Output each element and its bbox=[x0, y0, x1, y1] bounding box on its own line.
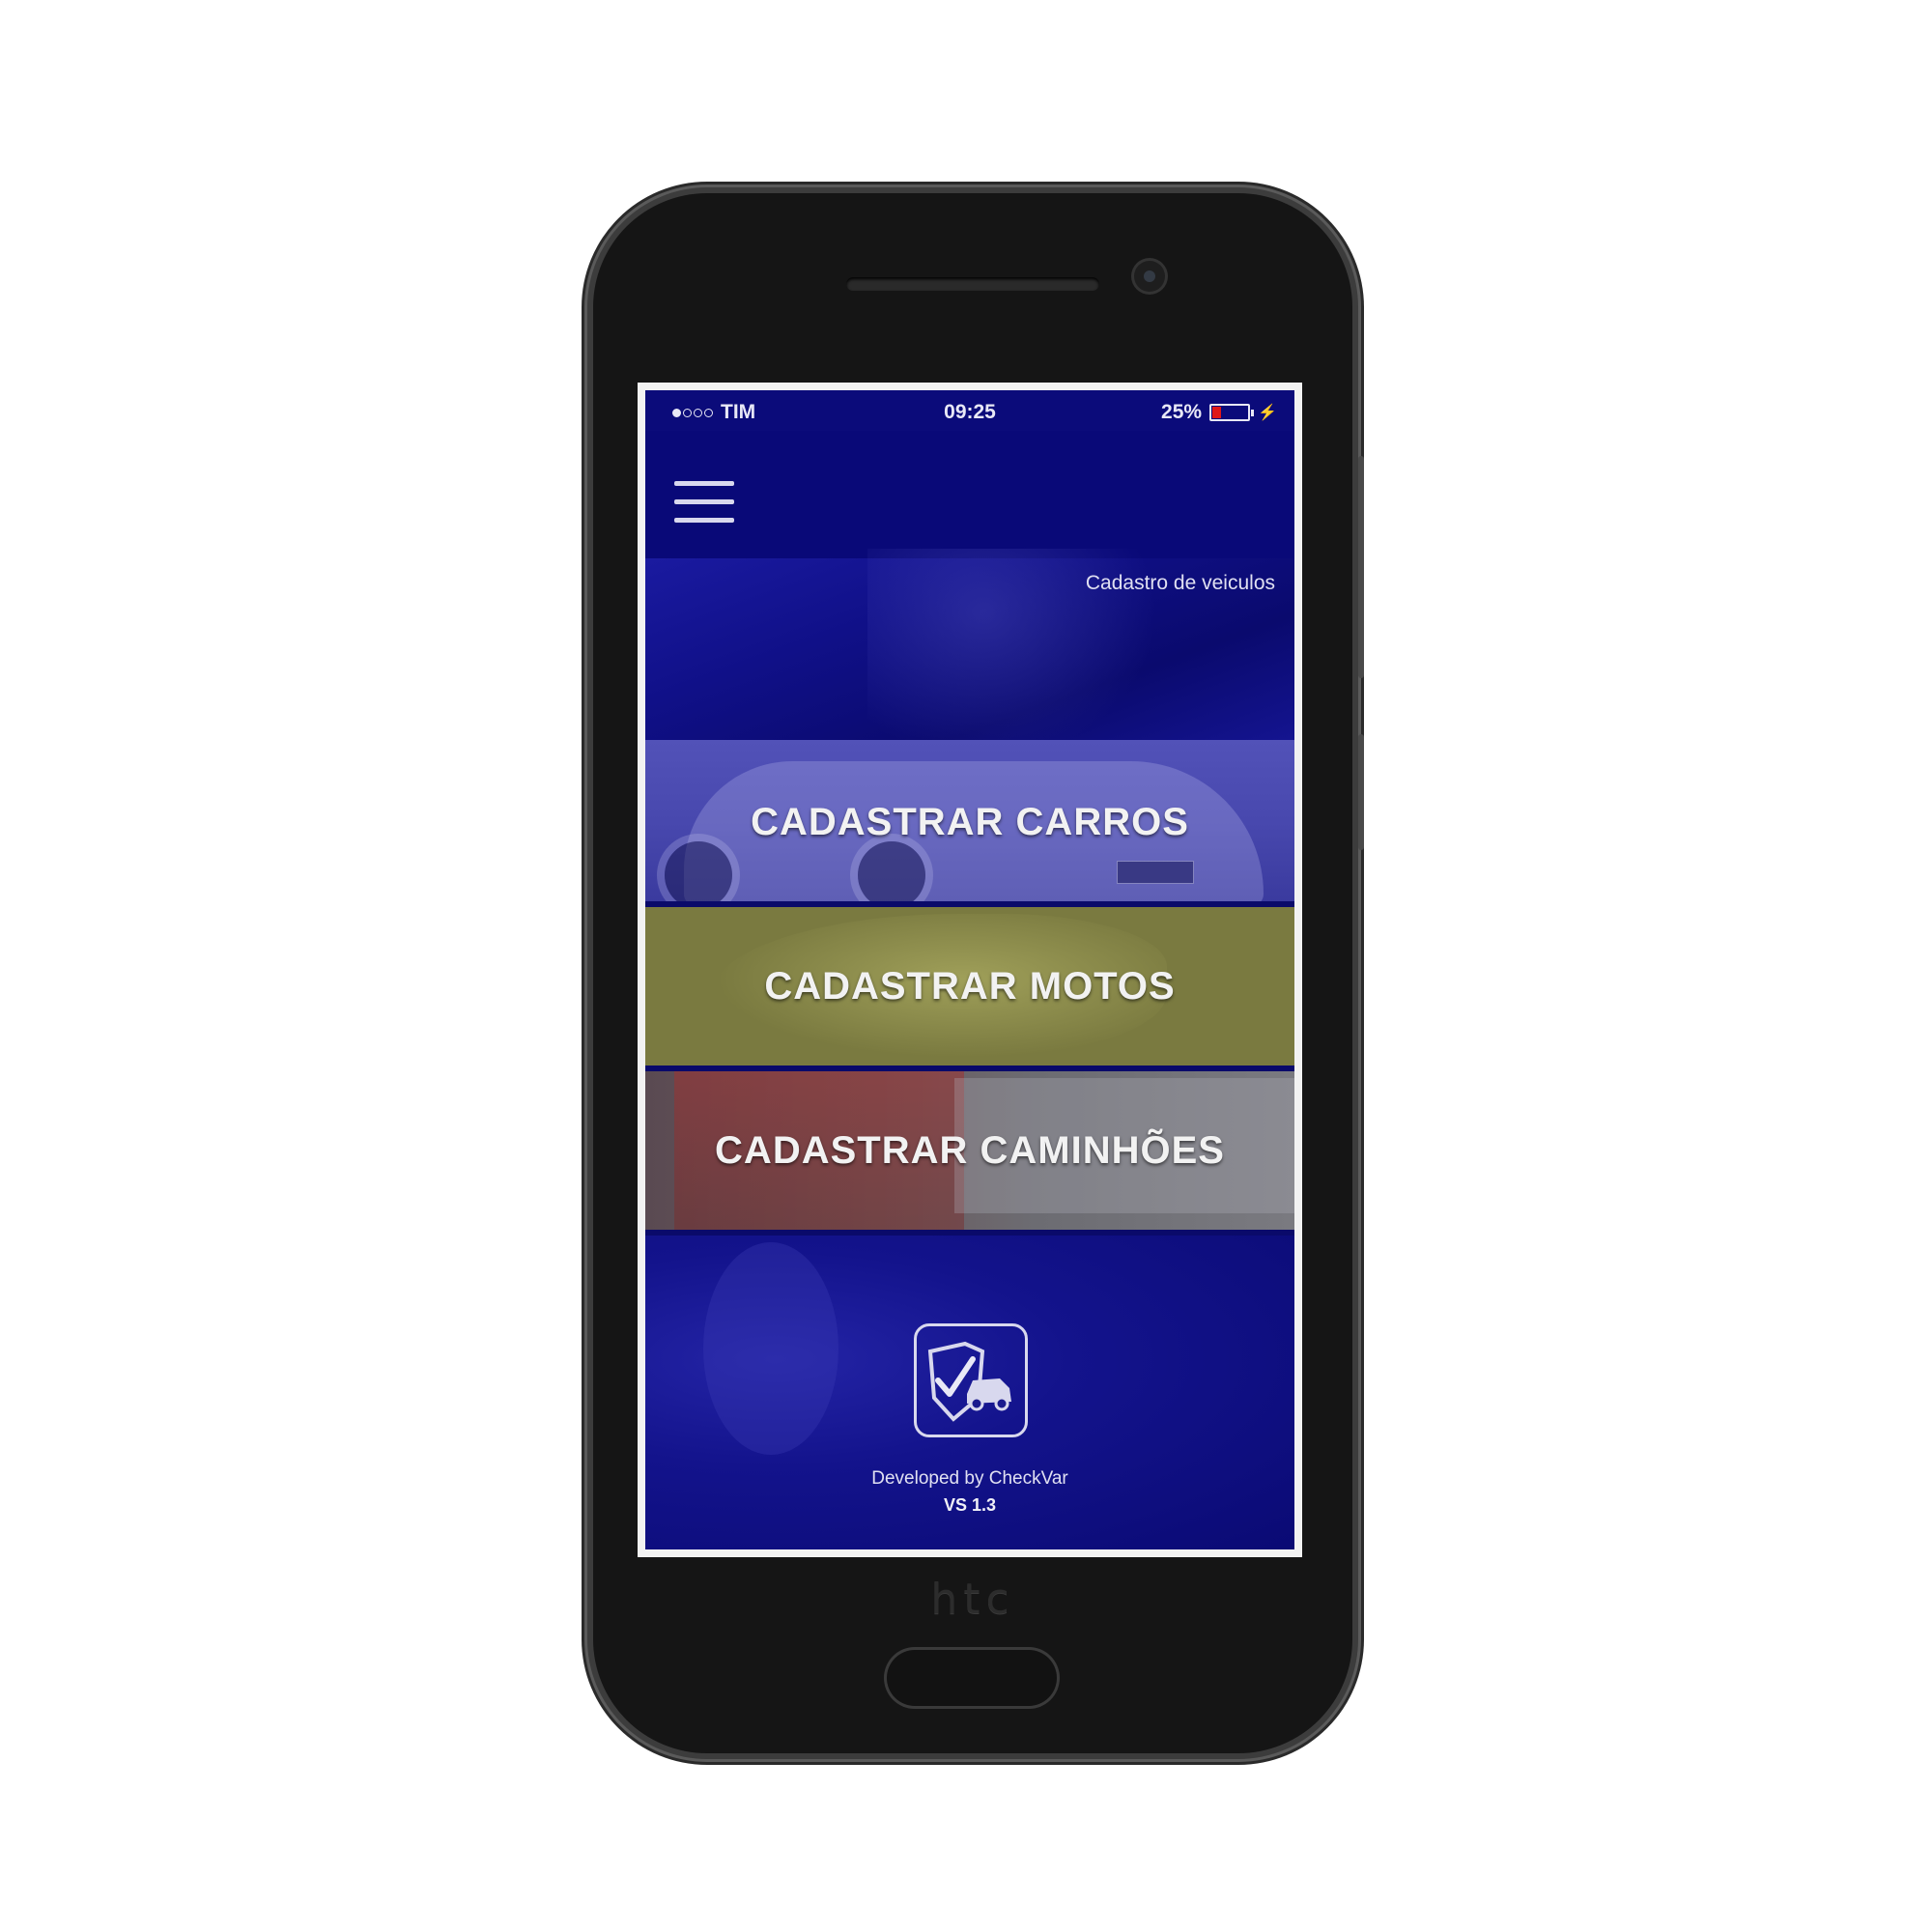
app-bar bbox=[645, 431, 1294, 558]
power-button bbox=[1358, 734, 1364, 850]
battery-icon bbox=[1209, 404, 1255, 421]
car-wheel-rear bbox=[858, 841, 925, 904]
car-license-plate bbox=[1117, 861, 1194, 884]
register-cars-label: CADASTRAR CARROS bbox=[751, 800, 1189, 843]
app-version: VS 1.3 bbox=[943, 1495, 997, 1515]
home-button[interactable] bbox=[887, 1650, 1057, 1706]
hero-banner: Cadastro de veiculos bbox=[645, 549, 1294, 761]
option-divider bbox=[645, 901, 1294, 907]
status-right: 25% ⚡ bbox=[1161, 401, 1277, 424]
charging-icon: ⚡ bbox=[1258, 405, 1277, 421]
volume-button bbox=[1358, 456, 1364, 678]
register-trucks-button[interactable]: CADASTRAR CAMINHÕES bbox=[645, 1068, 1294, 1233]
earpiece-speaker bbox=[846, 277, 1099, 291]
hamburger-menu-icon[interactable] bbox=[674, 481, 734, 526]
htc-logo: htc bbox=[930, 1575, 1015, 1624]
phone-frame: TIM 09:25 25% ⚡ Cadastro de veiculos CAD… bbox=[593, 193, 1364, 1753]
battery-level-fill bbox=[1212, 407, 1222, 418]
stage: TIM 09:25 25% ⚡ Cadastro de veiculos CAD… bbox=[0, 0, 1932, 1932]
option-divider bbox=[645, 1065, 1294, 1071]
page-subtitle: Cadastro de veiculos bbox=[1085, 572, 1275, 594]
footer: Developed by CheckVar VS 1.3 bbox=[645, 1233, 1294, 1549]
car-wheel-front bbox=[665, 841, 732, 904]
shield-check-car-icon bbox=[914, 1323, 1028, 1437]
screen: TIM 09:25 25% ⚡ Cadastro de veiculos CAD… bbox=[638, 383, 1302, 1557]
register-trucks-label: CADASTRAR CAMINHÕES bbox=[715, 1128, 1225, 1172]
register-cars-button[interactable]: CADASTRAR CARROS bbox=[645, 740, 1294, 904]
register-motorcycles-label: CADASTRAR MOTOS bbox=[764, 964, 1176, 1008]
register-motorcycles-button[interactable]: CADASTRAR MOTOS bbox=[645, 904, 1294, 1068]
battery-percent: 25% bbox=[1161, 401, 1203, 423]
developer-credit: Developed by CheckVar bbox=[871, 1468, 1068, 1489]
status-bar: TIM 09:25 25% ⚡ bbox=[645, 390, 1294, 431]
option-divider bbox=[645, 1230, 1294, 1236]
front-camera-icon bbox=[1134, 261, 1165, 292]
app-screen: TIM 09:25 25% ⚡ Cadastro de veiculos CAD… bbox=[645, 390, 1294, 1549]
